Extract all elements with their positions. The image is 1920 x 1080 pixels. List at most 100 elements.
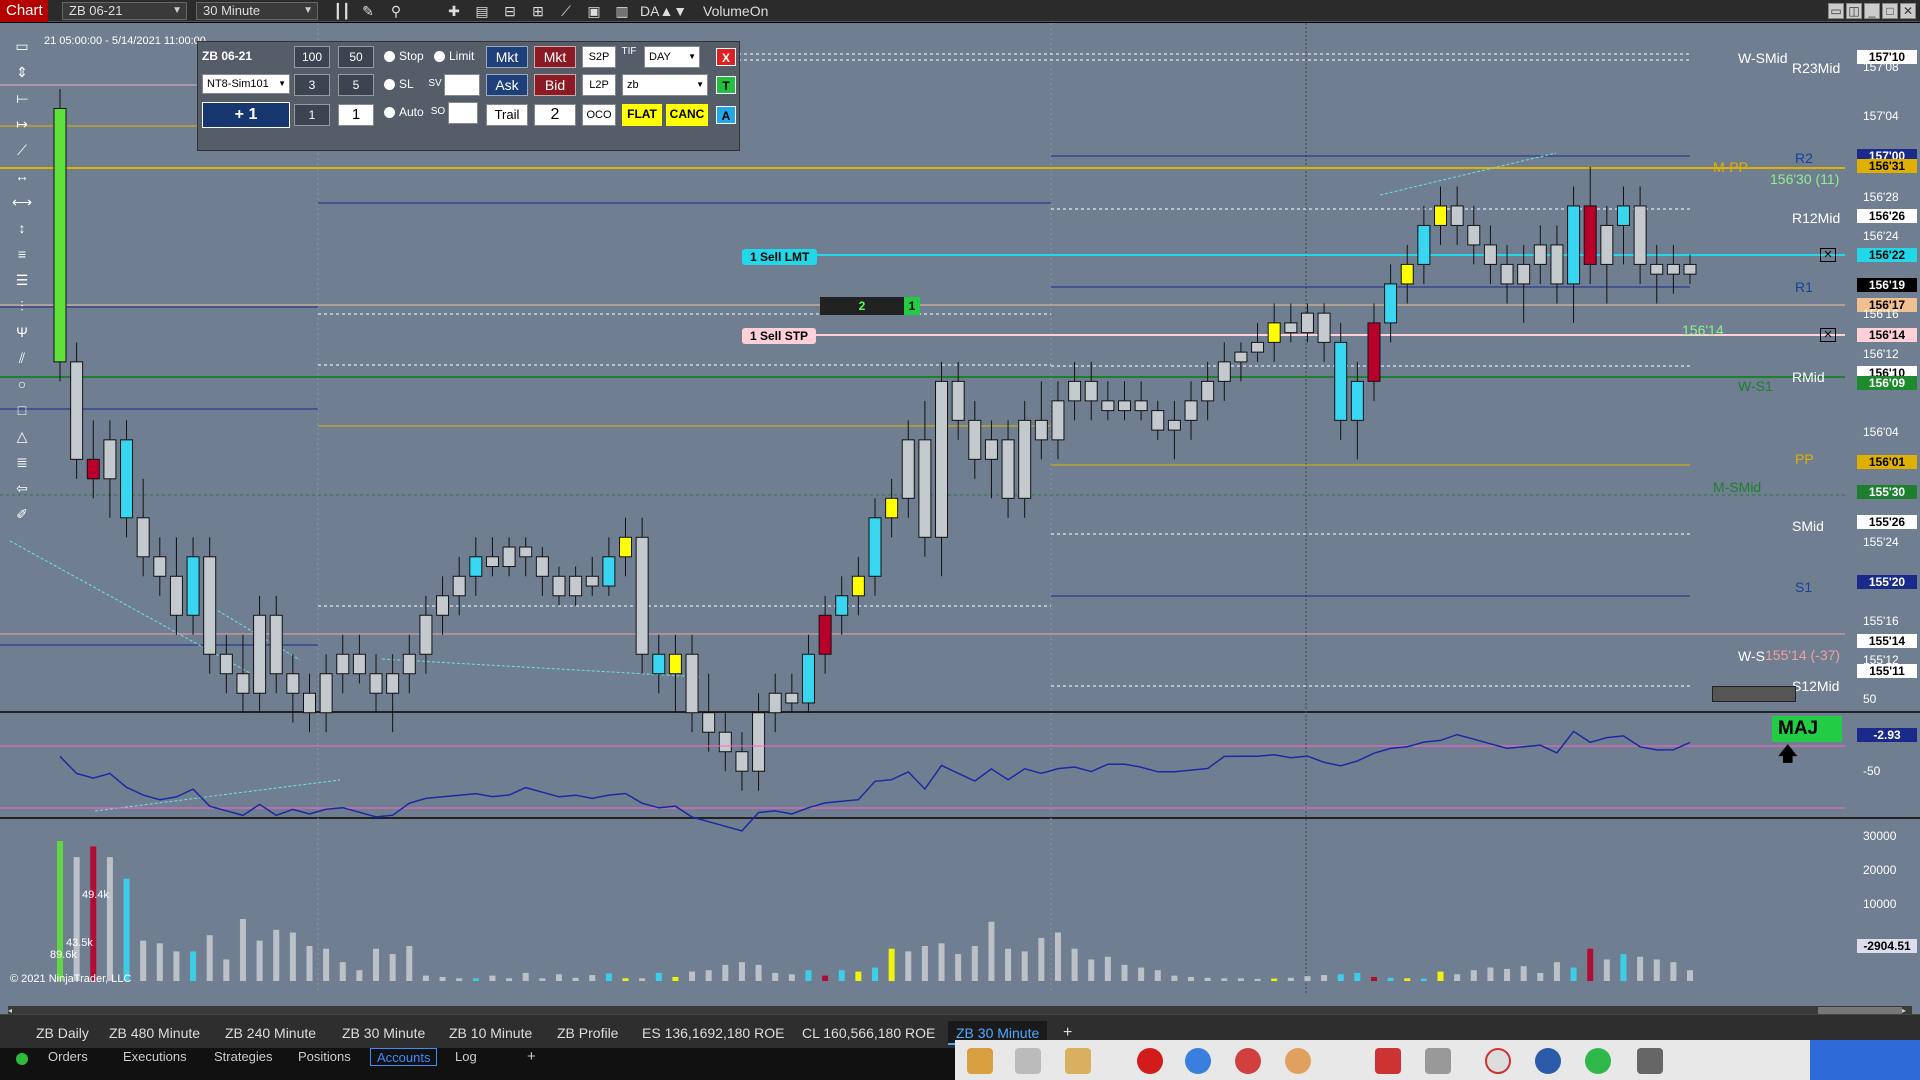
indicators-icon[interactable]: ⟋ [556,2,576,20]
atm-selector[interactable]: zb ▼ [622,74,708,96]
maximize-icon[interactable]: □ [1882,3,1898,19]
pitchfork-icon[interactable]: Ψ [10,319,34,345]
bars-type-icon[interactable]: ┃┃ [332,2,352,20]
oco-button[interactable]: OCO [582,104,616,126]
chart-trader-icon[interactable]: ⊞ [528,2,548,20]
templates-icon[interactable]: ⊟ [500,2,520,20]
chart-app-icon[interactable] [1375,1048,1401,1074]
sv-input[interactable] [444,74,480,96]
buy-ask-button[interactable]: Ask [486,74,528,96]
t-button[interactable]: T [716,76,736,94]
tab-accounts[interactable]: Accounts [370,1048,438,1066]
strategies-icon[interactable]: ▣ [584,2,604,20]
tab-orders[interactable]: Orders [48,1048,88,1066]
radio-limit[interactable]: Limit [434,46,486,68]
qty-preset-3[interactable]: 3 [294,74,330,96]
ray-icon[interactable]: ↦ [10,111,34,137]
notes-icon[interactable] [1015,1048,1041,1074]
s2p-button[interactable]: S2P [582,46,616,68]
cancel-limit-close-icon[interactable]: ✕ [1820,248,1836,262]
account-selector[interactable]: NT8-Sim101 ▼ [202,74,290,94]
sell-stop-order-tag[interactable]: 1 Sell STP [742,328,817,344]
ruler-draw-icon[interactable]: ✐ [10,501,34,527]
tab-zb-240[interactable]: ZB 240 Minute [217,1021,324,1045]
price-axis[interactable]: 157'10 157'08 157'04 157'00 156'31 156'28 156'… [1845,23,1920,1023]
da-toggle[interactable]: DA▲▼ [640,2,692,20]
tile-icon[interactable]: ◫ [1846,3,1862,19]
qty-preset-100[interactable]: 100 [294,46,330,68]
fib-extension-icon[interactable]: ☰ [10,267,34,293]
radio-stop[interactable]: Stop [384,46,436,68]
arrow-icon[interactable]: ⇦ [10,475,34,501]
tab-strategies[interactable]: Strategies [214,1048,273,1066]
chart-panel[interactable]: 49.4k43.5k89.6k 07:0009:0011:0013:0017:0… [0,23,1920,1023]
pan-icon[interactable]: ⇕ [10,59,34,85]
tab-zb-daily[interactable]: ZB Daily [28,1021,97,1045]
sell-bid-button[interactable]: Bid [534,74,576,96]
tab-log[interactable]: Log [455,1048,477,1066]
fib-time-icon[interactable]: ⫶ [10,293,34,319]
qty-preset-1[interactable]: 1 [294,104,330,126]
browser-icon[interactable] [1535,1048,1561,1074]
instrument-selector[interactable]: ZB 06-21 ▼ [62,2,187,20]
flat-button[interactable]: FLAT [622,104,662,126]
close-icon[interactable]: ✕ [1900,3,1916,19]
channel-icon[interactable]: ⫽ [10,345,34,371]
vertical-line-icon[interactable]: ↕ [10,215,34,241]
clock-icon[interactable] [1185,1048,1211,1074]
radio-sl[interactable]: SL [384,74,424,96]
pencil-icon[interactable]: ✎ [358,2,378,20]
sell-limit-order-tag[interactable]: 1 Sell LMT [742,249,818,265]
app-orange-icon[interactable] [1285,1048,1311,1074]
radio-auto[interactable]: Auto [384,102,430,124]
tab-es[interactable]: ES 136,1692,180 ROE [634,1021,792,1045]
trend-line-icon[interactable]: ⟋ [10,137,34,163]
add-bottom-tab-icon[interactable]: + [527,1048,536,1066]
zoom-icon[interactable]: ⚲ [386,2,406,20]
position-marker[interactable]: 2 [820,297,904,315]
restore-icon[interactable]: ▭ [1828,3,1844,19]
coins-icon[interactable] [1065,1048,1091,1074]
qty-preset-50[interactable]: 50 [338,46,374,68]
tab-cl[interactable]: CL 160,566,180 ROE [794,1021,943,1045]
tab-zb-480[interactable]: ZB 480 Minute [101,1021,208,1045]
settings-icon[interactable] [1637,1048,1663,1074]
record-icon[interactable] [1137,1048,1163,1074]
close-position-button[interactable]: X [716,48,736,66]
tab-positions[interactable]: Positions [298,1048,351,1066]
horizontal-line-icon[interactable]: ⟝ [10,85,34,111]
so-input[interactable] [448,102,478,124]
properties-icon[interactable]: ▤ [472,2,492,20]
interval-selector[interactable]: 30 Minute ▼ [196,2,318,20]
sell-market-button[interactable]: Mkt [534,46,576,68]
l2p-button[interactable]: L2P [582,74,616,96]
trail-value-input[interactable]: 2 [534,104,576,126]
buy-market-button[interactable]: Mkt [486,46,528,68]
trail-button[interactable]: Trail [486,104,528,126]
triangle-icon[interactable]: △ [10,423,34,449]
chat-icon[interactable] [1585,1048,1611,1074]
chart-menu-button[interactable]: Chart [0,0,48,22]
a-button[interactable]: A [716,106,736,124]
extended-line-icon[interactable]: ↔ [10,163,34,189]
tab-zb-30[interactable]: ZB 30 Minute [334,1021,433,1045]
text-icon[interactable]: ≣ [10,449,34,475]
qty-preset-5[interactable]: 5 [338,74,374,96]
ruler-icon[interactable]: ▭ [10,33,34,59]
folder-icon[interactable] [967,1048,993,1074]
fib-retracement-icon[interactable]: ≡ [10,241,34,267]
app-red-icon[interactable] [1235,1048,1261,1074]
ellipse-icon[interactable]: ○ [10,371,34,397]
volume-toggle[interactable]: VolumeOn [703,2,783,20]
cancel-all-button[interactable]: CANC [666,104,708,126]
monitor-icon[interactable] [1425,1048,1451,1074]
cancel-stop-close-icon[interactable]: ✕ [1820,328,1836,342]
arrow-line-icon[interactable]: ⟷ [10,189,34,215]
qty-input[interactable]: 1 [338,104,374,126]
tab-zb-10[interactable]: ZB 10 Minute [441,1021,540,1045]
crosshair-icon[interactable]: ✚ [444,2,464,20]
gauge-icon[interactable] [1485,1048,1511,1074]
tab-zb-profile[interactable]: ZB Profile [549,1021,626,1045]
data-box-icon[interactable]: ▥ [612,2,632,20]
tif-selector[interactable]: DAY ▼ [644,46,700,68]
